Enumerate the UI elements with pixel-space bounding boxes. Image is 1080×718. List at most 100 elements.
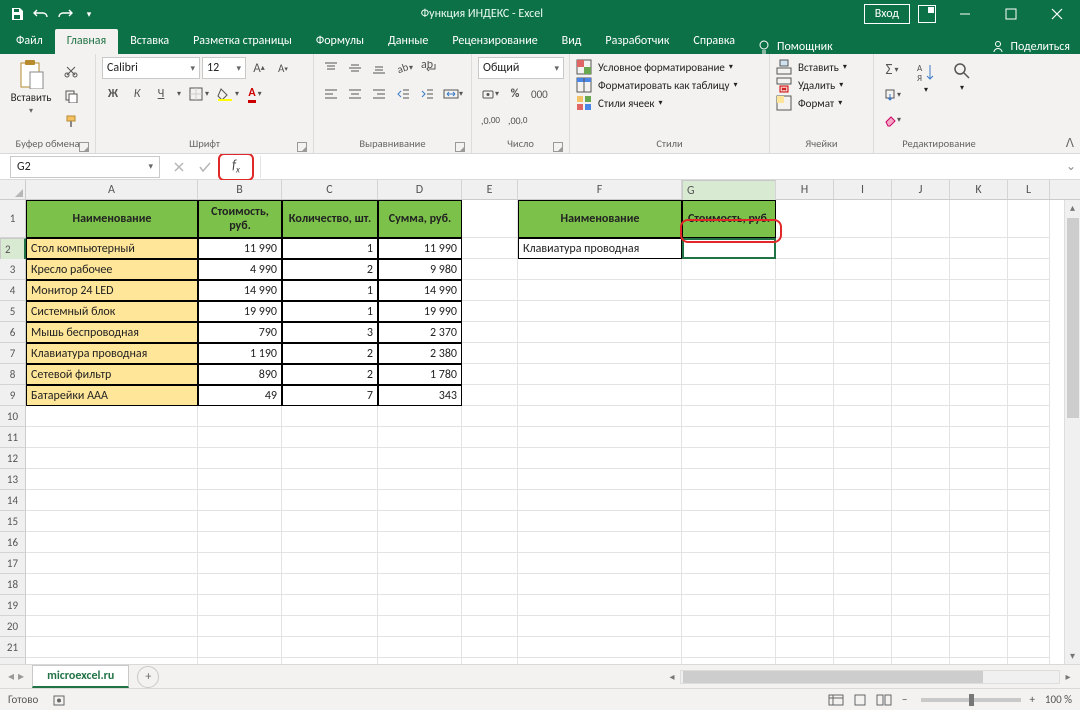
- cell[interactable]: [462, 553, 518, 574]
- t1-sum[interactable]: 19 990: [378, 301, 462, 322]
- align-center-button[interactable]: [344, 83, 366, 105]
- cell[interactable]: [26, 616, 198, 637]
- cell[interactable]: [776, 343, 834, 364]
- cell[interactable]: [892, 574, 950, 595]
- cell[interactable]: [834, 448, 892, 469]
- cell[interactable]: [26, 553, 198, 574]
- cell[interactable]: [26, 448, 198, 469]
- cell[interactable]: [462, 469, 518, 490]
- conditional-formatting-button[interactable]: Условное форматирование▾: [576, 59, 733, 75]
- row-header-7[interactable]: 7: [0, 343, 26, 364]
- cell[interactable]: [282, 637, 378, 658]
- normal-view-button[interactable]: [824, 691, 848, 709]
- cell[interactable]: [834, 343, 892, 364]
- t1-name[interactable]: Монитор 24 LED: [26, 280, 198, 301]
- cell[interactable]: [462, 616, 518, 637]
- cell[interactable]: [518, 280, 682, 301]
- cell[interactable]: [834, 427, 892, 448]
- cell[interactable]: [518, 322, 682, 343]
- cell[interactable]: [282, 595, 378, 616]
- scroll-up-icon[interactable]: ▴: [1065, 200, 1080, 216]
- t1-name[interactable]: Кресло рабочее: [26, 259, 198, 280]
- cell[interactable]: [892, 553, 950, 574]
- cell[interactable]: [834, 200, 892, 238]
- col-header-J[interactable]: J: [892, 180, 950, 199]
- autosum-button[interactable]: Σ▾: [880, 59, 904, 81]
- cell[interactable]: [26, 658, 198, 664]
- cell[interactable]: [462, 280, 518, 301]
- cell[interactable]: [776, 364, 834, 385]
- font-name-select[interactable]: Calibri▾: [102, 57, 200, 79]
- save-icon[interactable]: [6, 3, 28, 25]
- cell[interactable]: [462, 658, 518, 664]
- cell[interactable]: [282, 406, 378, 427]
- cell[interactable]: [776, 490, 834, 511]
- cell[interactable]: [378, 490, 462, 511]
- row-header-9[interactable]: 9: [0, 385, 26, 406]
- cell[interactable]: [776, 448, 834, 469]
- cell[interactable]: [950, 301, 1008, 322]
- tab-help[interactable]: Справка: [681, 29, 747, 54]
- cell[interactable]: [378, 469, 462, 490]
- cell[interactable]: [834, 511, 892, 532]
- sheet-nav-next-icon[interactable]: ▸: [18, 669, 24, 684]
- font-color-button[interactable]: A▾: [244, 83, 266, 105]
- cell[interactable]: [1008, 532, 1050, 553]
- t1-name[interactable]: Стол компьютерный: [26, 238, 198, 259]
- underline-button[interactable]: Ч: [150, 83, 172, 105]
- t1-cost[interactable]: 14 990: [198, 280, 282, 301]
- tab-developer[interactable]: Разработчик: [593, 29, 681, 54]
- row-header-1[interactable]: 1: [0, 200, 26, 238]
- cell[interactable]: [282, 511, 378, 532]
- cell[interactable]: [378, 553, 462, 574]
- hdr-cost[interactable]: Стоимость, руб.: [198, 200, 282, 238]
- row-header-4[interactable]: 4: [0, 280, 26, 301]
- cell[interactable]: [462, 637, 518, 658]
- cell[interactable]: [776, 406, 834, 427]
- cell[interactable]: [834, 385, 892, 406]
- cell[interactable]: [682, 448, 776, 469]
- cell[interactable]: [282, 616, 378, 637]
- increase-font-button[interactable]: A▴: [248, 57, 270, 79]
- cell[interactable]: [198, 511, 282, 532]
- cell[interactable]: [834, 595, 892, 616]
- cell[interactable]: [198, 427, 282, 448]
- cell[interactable]: [950, 616, 1008, 637]
- cell[interactable]: [518, 637, 682, 658]
- share-button[interactable]: Поделиться: [981, 40, 1080, 54]
- hdr-sum[interactable]: Сумма, руб.: [378, 200, 462, 238]
- sheet-tab[interactable]: microexcel.ru: [32, 665, 129, 688]
- row-header-19[interactable]: 19: [0, 595, 26, 616]
- col-header-G[interactable]: G: [682, 180, 776, 202]
- cell[interactable]: [834, 637, 892, 658]
- worksheet-grid[interactable]: ABCDEFGHIJKL 1НаименованиеСтоимость, руб…: [0, 180, 1080, 664]
- cell[interactable]: [682, 301, 776, 322]
- cell[interactable]: [950, 490, 1008, 511]
- cell[interactable]: [834, 574, 892, 595]
- cell[interactable]: [26, 427, 198, 448]
- active-cell[interactable]: [682, 238, 776, 259]
- col-header-E[interactable]: E: [462, 180, 518, 199]
- cell[interactable]: [462, 238, 518, 259]
- t1-sum[interactable]: 9 980: [378, 259, 462, 280]
- row-header-21[interactable]: 21: [0, 637, 26, 658]
- cell[interactable]: [834, 259, 892, 280]
- cell[interactable]: [682, 364, 776, 385]
- t1-cost[interactable]: 49: [198, 385, 282, 406]
- t1-name[interactable]: Мышь беспроводная: [26, 322, 198, 343]
- cell[interactable]: [682, 574, 776, 595]
- cell[interactable]: [892, 301, 950, 322]
- cell[interactable]: [518, 511, 682, 532]
- cell[interactable]: [462, 448, 518, 469]
- row-header-13[interactable]: 13: [0, 469, 26, 490]
- qat-customize-icon[interactable]: ▾: [78, 3, 100, 25]
- cell[interactable]: [378, 616, 462, 637]
- cell[interactable]: [26, 532, 198, 553]
- sheet-nav-prev-icon[interactable]: ◂: [8, 669, 14, 684]
- cell[interactable]: [282, 427, 378, 448]
- col-header-A[interactable]: A: [26, 180, 198, 199]
- row-header-18[interactable]: 18: [0, 574, 26, 595]
- hdr2-name[interactable]: Наименование: [518, 200, 682, 238]
- cell[interactable]: [1008, 511, 1050, 532]
- cell[interactable]: [26, 511, 198, 532]
